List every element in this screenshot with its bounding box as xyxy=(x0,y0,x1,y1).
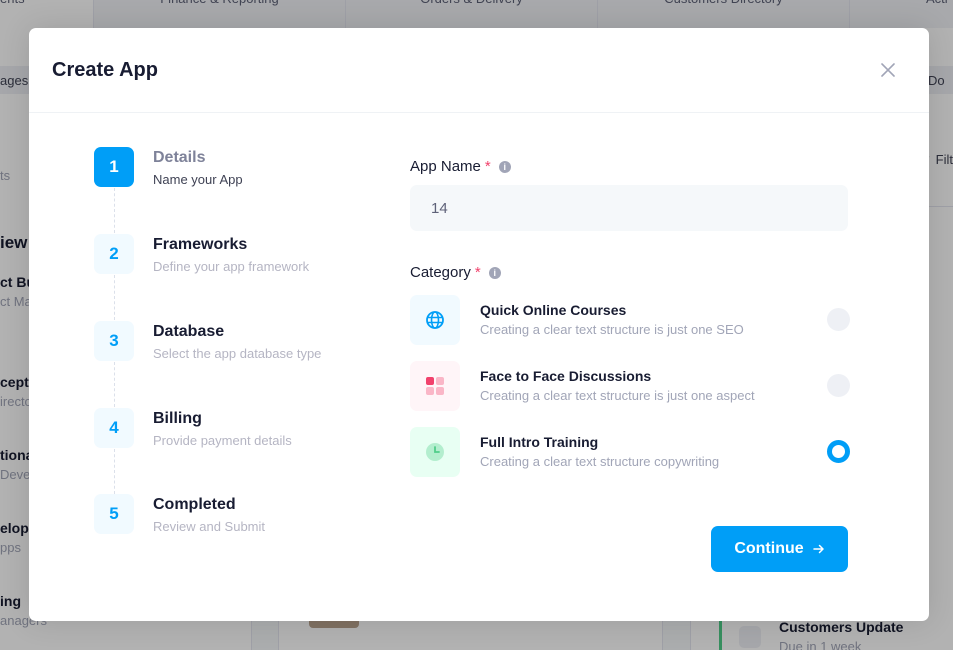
step-details[interactable]: 1 Details Name your App xyxy=(94,147,243,187)
category-text: Quick Online Courses Creating a clear te… xyxy=(480,302,744,337)
step-desc: Provide payment details xyxy=(153,433,292,448)
close-button[interactable] xyxy=(875,57,901,83)
step-title: Frameworks xyxy=(153,236,248,253)
step-billing[interactable]: 4 Billing Provide payment details xyxy=(94,408,292,448)
continue-button[interactable]: Continue xyxy=(711,526,848,572)
step-text: Completed Review and Submit xyxy=(153,496,265,534)
category-list: Quick Online Courses Creating a clear te… xyxy=(410,294,850,477)
step-completed[interactable]: 5 Completed Review and Submit xyxy=(94,494,265,534)
globe-icon xyxy=(410,294,460,345)
app-name-input[interactable] xyxy=(410,185,848,231)
category-text: Face to Face Discussions Creating a clea… xyxy=(480,368,755,403)
category-text: Full Intro Training Creating a clear tex… xyxy=(480,434,719,469)
grid-icon xyxy=(410,360,460,411)
step-desc: Name your App xyxy=(153,172,243,187)
category-option-quick-online-courses[interactable]: Quick Online Courses Creating a clear te… xyxy=(410,294,850,345)
category-desc: Creating a clear text structure is just … xyxy=(480,388,755,403)
step-desc: Define your app framework xyxy=(153,259,310,274)
step-text: Details Name your App xyxy=(153,149,243,187)
step-title: Completed xyxy=(153,496,236,513)
step-text: Database Select the app database type xyxy=(153,323,321,361)
category-radio[interactable] xyxy=(827,440,850,463)
category-title: Quick Online Courses xyxy=(480,302,627,318)
modal-header: Create App xyxy=(29,28,929,113)
info-icon[interactable]: i xyxy=(498,160,511,173)
category-title: Full Intro Training xyxy=(480,434,599,450)
step-number: 2 xyxy=(94,234,134,274)
step-number: 1 xyxy=(94,147,134,187)
step-database[interactable]: 3 Database Select the app database type xyxy=(94,321,321,361)
close-icon xyxy=(881,63,895,77)
step-desc: Review and Submit xyxy=(153,519,265,534)
category-option-face-to-face-discussions[interactable]: Face to Face Discussions Creating a clea… xyxy=(410,360,850,411)
arrow-right-icon xyxy=(812,543,825,555)
step-connector xyxy=(114,362,115,407)
continue-label: Continue xyxy=(734,540,804,557)
category-label: Category * i xyxy=(410,264,850,281)
app-name-label: App Name * i xyxy=(410,158,850,175)
info-icon[interactable]: i xyxy=(488,266,501,279)
step-connector xyxy=(114,275,115,320)
step-number: 3 xyxy=(94,321,134,361)
required-marker: * xyxy=(474,264,481,281)
step-number: 5 xyxy=(94,494,134,534)
category-option-full-intro-training[interactable]: Full Intro Training Creating a clear tex… xyxy=(410,426,850,477)
category-desc: Creating a clear text structure is just … xyxy=(480,322,744,337)
step-text: Billing Provide payment details xyxy=(153,410,292,448)
step-desc: Select the app database type xyxy=(153,346,322,361)
create-app-modal: Create App 1 Details Name your App 2 Fra… xyxy=(29,28,929,621)
step-number: 4 xyxy=(94,408,134,448)
step-title: Billing xyxy=(153,410,202,427)
step-title: Details xyxy=(153,149,206,166)
clock-icon xyxy=(410,426,460,477)
step-title: Database xyxy=(153,323,225,340)
required-marker: * xyxy=(484,158,491,175)
category-desc: Creating a clear text structure copywrit… xyxy=(480,454,720,469)
app-details-form: App Name * i Category * i Quick Online xyxy=(410,158,850,492)
app-name-label-text: App Name xyxy=(410,158,481,175)
step-connector xyxy=(114,188,115,233)
step-text: Frameworks Define your app framework xyxy=(153,236,309,274)
modal-title: Create App xyxy=(52,58,158,81)
step-connector xyxy=(114,449,115,494)
category-radio[interactable] xyxy=(827,308,850,331)
step-frameworks[interactable]: 2 Frameworks Define your app framework xyxy=(94,234,309,274)
category-radio[interactable] xyxy=(827,374,850,397)
category-label-text: Category xyxy=(410,264,471,281)
category-title: Face to Face Discussions xyxy=(480,368,652,384)
